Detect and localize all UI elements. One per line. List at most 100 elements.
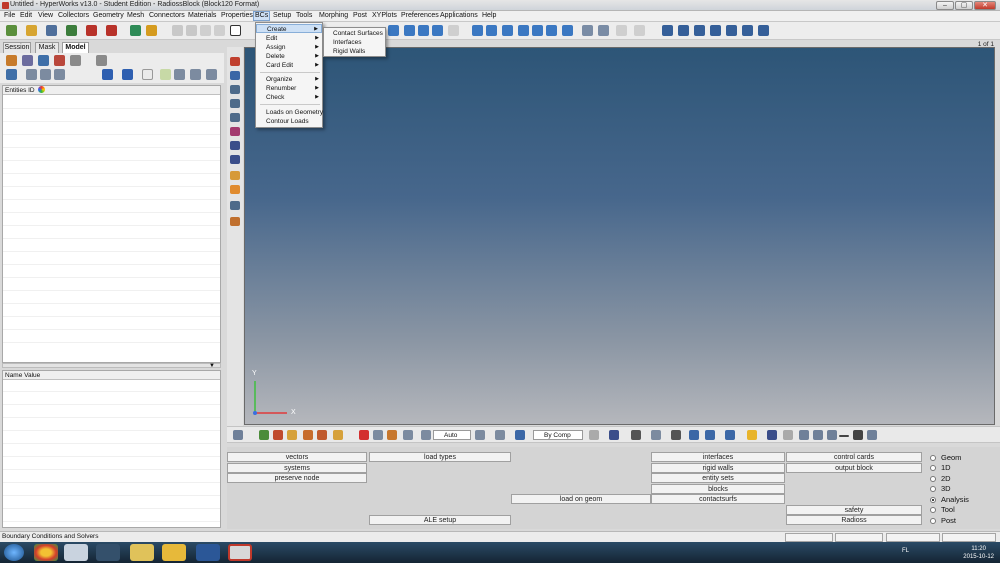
export-solver-icon[interactable] <box>106 25 117 36</box>
rigid-walls-button[interactable]: rigid walls <box>651 463 785 473</box>
reverse-icon[interactable] <box>206 69 217 80</box>
hide-icon[interactable] <box>122 69 133 80</box>
clock[interactable]: 11:20 2015-10-12 <box>963 545 994 561</box>
zoom-in-icon[interactable] <box>472 25 483 36</box>
surface-icon[interactable] <box>689 430 699 440</box>
view-top-icon[interactable] <box>726 25 737 36</box>
load-types-button[interactable]: load types <box>369 452 511 462</box>
display-none-icon[interactable] <box>190 69 201 80</box>
chrome-icon[interactable] <box>34 544 58 561</box>
export-icon[interactable] <box>86 25 97 36</box>
transparency-icon[interactable] <box>515 430 525 440</box>
frame-icon[interactable] <box>233 430 243 440</box>
close-button[interactable]: ✕ <box>974 1 996 10</box>
plus-icon[interactable] <box>853 430 863 440</box>
menu-connectors[interactable]: Connectors <box>148 12 186 19</box>
label-icon[interactable] <box>230 185 240 194</box>
hyperworks-task-icon[interactable] <box>228 544 252 561</box>
display-features-icon[interactable] <box>303 430 313 440</box>
lighting-icon[interactable] <box>475 430 485 440</box>
load-on-geom-button[interactable]: load on geom <box>511 494 651 504</box>
browser-expand-icon[interactable] <box>70 55 81 66</box>
browser-settings-icon[interactable] <box>96 55 107 66</box>
menu-preferences[interactable]: Preferences <box>400 12 440 19</box>
component-icon[interactable] <box>230 57 240 66</box>
minimize-button[interactable]: – <box>936 1 954 10</box>
entity-sets-button[interactable]: entity sets <box>651 473 785 483</box>
nav-redo-icon[interactable] <box>867 430 877 440</box>
points-icon[interactable] <box>651 430 661 440</box>
ale-setup-button[interactable]: ALE setup <box>369 515 511 525</box>
zoom-out-icon[interactable] <box>486 25 497 36</box>
show-icon[interactable] <box>102 69 113 80</box>
vectors-button[interactable]: vectors <box>227 452 367 462</box>
word-icon[interactable] <box>196 544 220 561</box>
color-mode-dropdown[interactable]: Auto <box>433 430 471 440</box>
view-front-icon[interactable] <box>662 25 673 36</box>
section-icon[interactable] <box>634 25 645 36</box>
browser-filter-icon[interactable] <box>22 55 33 66</box>
maximize-button[interactable]: ▢ <box>955 1 973 10</box>
nav-back-icon[interactable] <box>799 430 809 440</box>
copy-view-icon[interactable] <box>582 25 593 36</box>
radio-1d[interactable]: 1D <box>930 463 951 472</box>
cut-icon[interactable] <box>387 430 397 440</box>
menu-item-edit[interactable]: Edit ▶ <box>256 34 322 43</box>
browser-import-icon[interactable] <box>6 55 17 66</box>
radio-post[interactable]: Post <box>930 516 956 525</box>
options-icon[interactable] <box>146 25 157 36</box>
view-bottom-icon[interactable] <box>742 25 753 36</box>
measure-icon[interactable] <box>230 201 240 210</box>
submenu-item-contact-surfaces[interactable]: Contact Surfaces <box>324 29 385 38</box>
rotate-icon[interactable] <box>388 25 399 36</box>
explorer-icon[interactable] <box>130 544 154 561</box>
arrow-right-icon[interactable] <box>532 25 543 36</box>
menu-item-check[interactable]: Check ▶ <box>256 93 322 102</box>
submenu-item-rigid-walls[interactable]: Rigid Walls <box>324 47 385 56</box>
pan-icon[interactable] <box>404 25 415 36</box>
radioss-button[interactable]: Radioss <box>786 515 922 525</box>
nav-forward-icon[interactable] <box>813 430 823 440</box>
assembly-icon[interactable] <box>230 71 240 80</box>
radio-2d[interactable]: 2D <box>930 474 951 483</box>
zoom-icon[interactable] <box>418 25 429 36</box>
view-icon[interactable] <box>448 25 459 36</box>
systems-button[interactable]: systems <box>227 463 367 473</box>
menu-mesh[interactable]: Mesh <box>126 12 145 19</box>
tab-session[interactable]: Session <box>3 42 31 53</box>
radio-dot[interactable] <box>930 486 936 492</box>
language-indicator[interactable]: FL <box>902 548 909 554</box>
submenu-item-interfaces[interactable]: Interfaces <box>324 38 385 47</box>
view-left-icon[interactable] <box>694 25 705 36</box>
loadcol-icon[interactable] <box>230 113 240 122</box>
menu-item-create[interactable]: Create ▶ <box>256 24 322 33</box>
cube-icon[interactable] <box>373 430 383 440</box>
by-comp-dropdown[interactable]: By Comp <box>533 430 583 440</box>
menu-item-contour-loads[interactable]: Contour Loads <box>256 117 322 126</box>
radio-dot-selected[interactable] <box>930 497 936 503</box>
radio-geom[interactable]: Geom <box>930 453 961 462</box>
interfaces-button[interactable]: interfaces <box>651 452 785 462</box>
menu-item-assign[interactable]: Assign ▶ <box>256 43 322 52</box>
blocks-button[interactable]: blocks <box>651 484 785 494</box>
fit-icon[interactable] <box>432 25 443 36</box>
entity-browser[interactable]: Entities ID <box>2 85 221 363</box>
menu-setup[interactable]: Setup <box>272 12 292 19</box>
wire-icon[interactable] <box>671 430 681 440</box>
tool-icon[interactable] <box>783 430 793 440</box>
system-icon[interactable] <box>230 127 240 136</box>
vector-icon[interactable] <box>230 141 240 150</box>
display-elements-icon[interactable] <box>259 430 269 440</box>
sketch-icon[interactable] <box>230 217 240 226</box>
monitor-icon[interactable] <box>725 430 735 440</box>
display-shaded-icon[interactable] <box>287 430 297 440</box>
card-icon[interactable] <box>230 171 240 180</box>
nav-undo-icon[interactable] <box>827 430 837 440</box>
radio-dot[interactable] <box>930 507 936 513</box>
clip-icon[interactable] <box>616 25 627 36</box>
elem-shaded-icon[interactable] <box>609 430 619 440</box>
menu-edit[interactable]: Edit <box>19 12 33 19</box>
paste-view-icon[interactable] <box>598 25 609 36</box>
property-icon[interactable] <box>230 99 240 108</box>
hand-icon[interactable] <box>518 25 529 36</box>
